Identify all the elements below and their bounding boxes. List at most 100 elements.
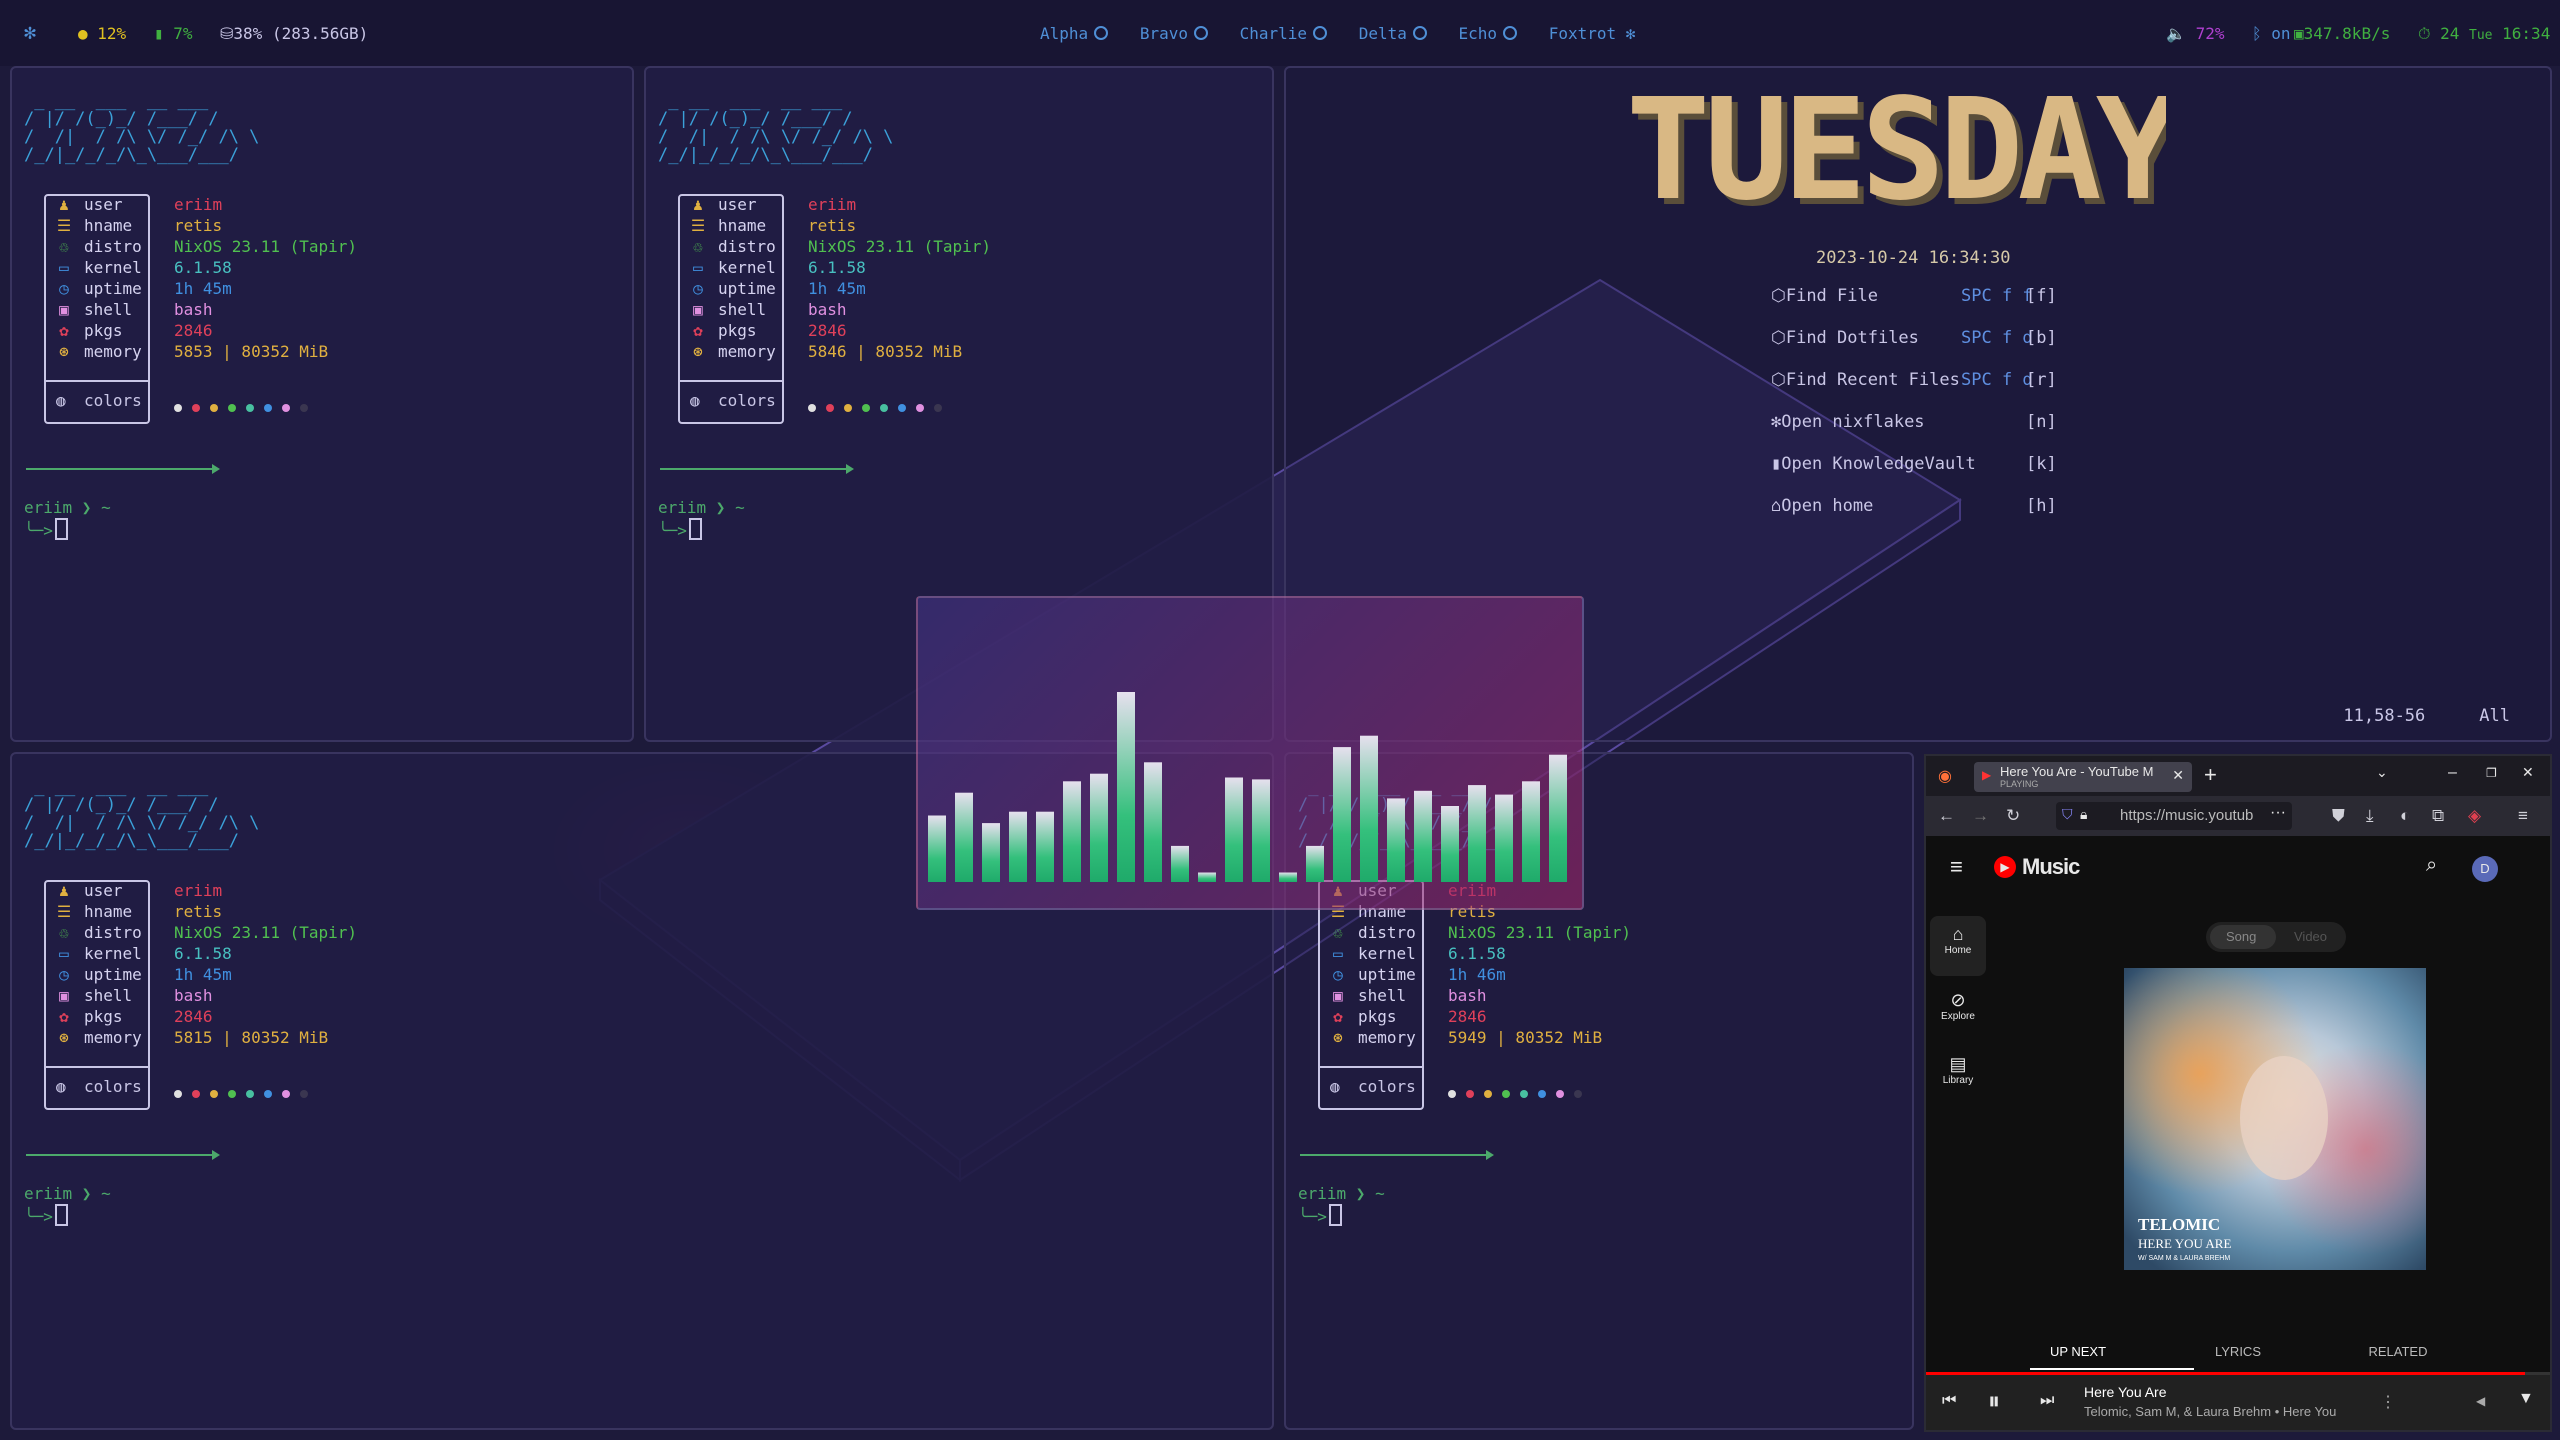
url-text: https://music.youtub xyxy=(2120,807,2254,824)
fetch-key: hname xyxy=(718,216,767,235)
toggle-video[interactable]: Video xyxy=(2294,929,2327,944)
color-swatch xyxy=(1466,1090,1474,1098)
active-tab-indicator xyxy=(2030,1368,2194,1370)
progress-track[interactable] xyxy=(1926,1372,2550,1375)
youtube-sidebar: ⌂ Home ⊘ Explore ▤ Library xyxy=(1926,902,1998,1322)
close-tab-icon[interactable]: ✕ xyxy=(2172,767,2184,784)
track-artist[interactable]: Telomic, Sam M, & Laura Brehm • Here You xyxy=(2084,1404,2336,1419)
uptime-icon: ◷ xyxy=(59,279,69,298)
audio-visualizer-window[interactable] xyxy=(916,596,1584,910)
workspace-label: Foxtrot xyxy=(1548,24,1617,43)
recent-files-icon: ⬡ xyxy=(1771,370,1786,390)
previous-icon[interactable]: ⏮ xyxy=(1942,1392,1956,1410)
terminal-window-1[interactable]: _ __ ___ __ ___ / |/ /(_)_/ /___/ / / /|… xyxy=(10,66,634,742)
nav-home[interactable]: ⌂ Home xyxy=(1930,916,1986,976)
clock[interactable]: ⏱ 24 Tue 16:34 xyxy=(2418,24,2550,44)
home-icon: ⌂ xyxy=(1952,924,1964,944)
visualizer-bar xyxy=(1171,845,1189,882)
volume-down-icon[interactable]: ◀ xyxy=(2476,1394,2485,1408)
avatar[interactable]: D xyxy=(2472,856,2498,882)
more-options-icon[interactable]: ⋮ xyxy=(2380,1392,2396,1412)
visualizer-bar xyxy=(1144,762,1162,882)
nix-gear-icon[interactable]: ✻ xyxy=(24,20,36,44)
memory-icon: ⊛ xyxy=(693,342,703,361)
workspace-delta[interactable]: Delta xyxy=(1359,24,1427,43)
book-icon: ▮ xyxy=(1771,454,1782,474)
puzzle-icon[interactable]: ⧉ xyxy=(2432,806,2444,826)
workspace-label: Charlie xyxy=(1239,24,1308,43)
reload-icon[interactable]: ↻ xyxy=(2006,806,2020,826)
fetch-value-uptime: 1h 45m xyxy=(808,279,866,298)
workspace-charlie[interactable]: Charlie xyxy=(1239,24,1328,43)
more-icon[interactable]: ··· xyxy=(2270,804,2286,822)
search-icon[interactable]: ⌕ xyxy=(2426,854,2437,877)
nav-library[interactable]: ▤ Library xyxy=(1930,1046,1986,1106)
ublock-icon[interactable]: ◈ xyxy=(2468,806,2481,826)
back-icon[interactable]: ← xyxy=(1938,806,1955,826)
pocket-icon[interactable]: ⛊ xyxy=(2332,806,2345,826)
bluetooth-value: on xyxy=(2271,24,2291,43)
cursor xyxy=(688,518,702,540)
track-title[interactable]: Here You Are xyxy=(2084,1384,2167,1400)
workspace-foxtrot[interactable]: Foxtrot ✻ xyxy=(1549,24,1636,43)
dashboard-menu-item[interactable]: ⬡Find File SPC f f [f] xyxy=(1771,286,2057,306)
dashboard-menu-item[interactable]: ▮Open KnowledgeVault [k] xyxy=(1771,454,2057,474)
prompt-path: ~ xyxy=(1375,1184,1385,1203)
hamburger-icon[interactable]: ≡ xyxy=(1950,854,1963,880)
fetch-value-pkgs: 2846 xyxy=(174,321,213,340)
fetch-key: colors xyxy=(1358,1077,1416,1096)
dashboard-menu-item[interactable]: ⌂Open home [h] xyxy=(1771,496,2057,516)
browser-window[interactable]: ◉ ▶ Here You Are - YouTube M PLAYING ✕ +… xyxy=(1924,754,2552,1432)
maximize-icon[interactable]: ❐ xyxy=(2486,766,2497,780)
prompt-input[interactable]: ╰─> xyxy=(24,1204,68,1227)
volume-indicator[interactable]: 🔈 72% xyxy=(2166,24,2224,43)
color-swatch xyxy=(246,1090,254,1098)
nav-explore[interactable]: ⊘ Explore xyxy=(1930,982,1986,1042)
menu-icon[interactable]: ≡ xyxy=(2518,806,2528,826)
prompt-arrow xyxy=(660,464,854,474)
tab-related[interactable]: RELATED xyxy=(2350,1344,2446,1359)
close-window-icon[interactable]: ✕ xyxy=(2522,764,2534,781)
pause-icon[interactable]: ⏸ xyxy=(1988,1388,2000,1416)
clock-time: 16:34 xyxy=(2502,24,2551,43)
bluetooth-indicator[interactable]: ᛒ on xyxy=(2252,24,2291,43)
browser-tab[interactable]: ▶ Here You Are - YouTube M PLAYING ✕ xyxy=(1974,762,2192,792)
prompt-input[interactable]: ╰─> xyxy=(24,518,68,541)
workspace-alpha[interactable]: Alpha xyxy=(1040,24,1109,43)
visualizer-bar xyxy=(1225,777,1243,882)
dashboard-menu-item[interactable]: ⬡Find Dotfiles SPC f d [b] xyxy=(1771,328,2057,348)
network-indicator[interactable]: ▣347.8kB/s xyxy=(2294,24,2390,43)
song-video-toggle[interactable]: Song Video xyxy=(2206,922,2346,952)
kernel-icon: ▭ xyxy=(693,258,703,277)
color-swatch xyxy=(1574,1090,1582,1098)
prompt-input[interactable]: ╰─> xyxy=(658,518,702,541)
expand-player-icon[interactable]: ▼ xyxy=(2518,1390,2534,1408)
menu-shortcut: [k] xyxy=(2026,454,2057,474)
kernel-icon: ▭ xyxy=(59,944,69,963)
tab-lyrics[interactable]: LYRICS xyxy=(2190,1344,2286,1359)
tab-list-icon[interactable]: ⌄ xyxy=(2376,764,2388,781)
fetch-key: uptime xyxy=(84,279,142,298)
shell-icon: ▣ xyxy=(59,986,69,1005)
dashboard-menu-item[interactable]: ⬡Find Recent Files SPC f d [r] xyxy=(1771,370,2057,390)
forward-icon[interactable]: → xyxy=(1972,806,1989,826)
download-icon[interactable]: ⤓ xyxy=(2366,806,2374,826)
workspace-echo[interactable]: Echo xyxy=(1459,24,1518,43)
fetch-value-distro: NixOS 23.11 (Tapir) xyxy=(808,237,992,256)
prompt-input[interactable]: ╰─> xyxy=(1298,1204,1342,1227)
tab-up-next[interactable]: UP NEXT xyxy=(2030,1344,2126,1359)
toggle-song[interactable]: Song xyxy=(2226,929,2256,944)
volume-value: 72% xyxy=(2195,24,2225,43)
extension-icon[interactable]: ◐ xyxy=(2400,806,2410,826)
next-icon[interactable]: ⏭ xyxy=(2040,1392,2054,1410)
prompt-arrow xyxy=(1300,1150,1494,1160)
disk-value: 38% (283.56GB) xyxy=(233,24,369,43)
new-tab-icon[interactable]: + xyxy=(2204,762,2217,788)
workspace-bravo[interactable]: Bravo xyxy=(1140,24,1208,43)
minimize-icon[interactable]: – xyxy=(2448,764,2457,782)
dashboard-menu-item[interactable]: ✻Open nixflakes [n] xyxy=(1771,412,2057,432)
fetch-value-kernel: 6.1.58 xyxy=(174,944,232,963)
youtube-music-logo-icon[interactable]: ▶ xyxy=(1994,856,2016,878)
url-bar[interactable]: ⛉ 🔒︎ https://music.youtub ··· xyxy=(2056,802,2292,830)
fetch-value-memory: 5949 | 80352 MiB xyxy=(1448,1028,1603,1047)
